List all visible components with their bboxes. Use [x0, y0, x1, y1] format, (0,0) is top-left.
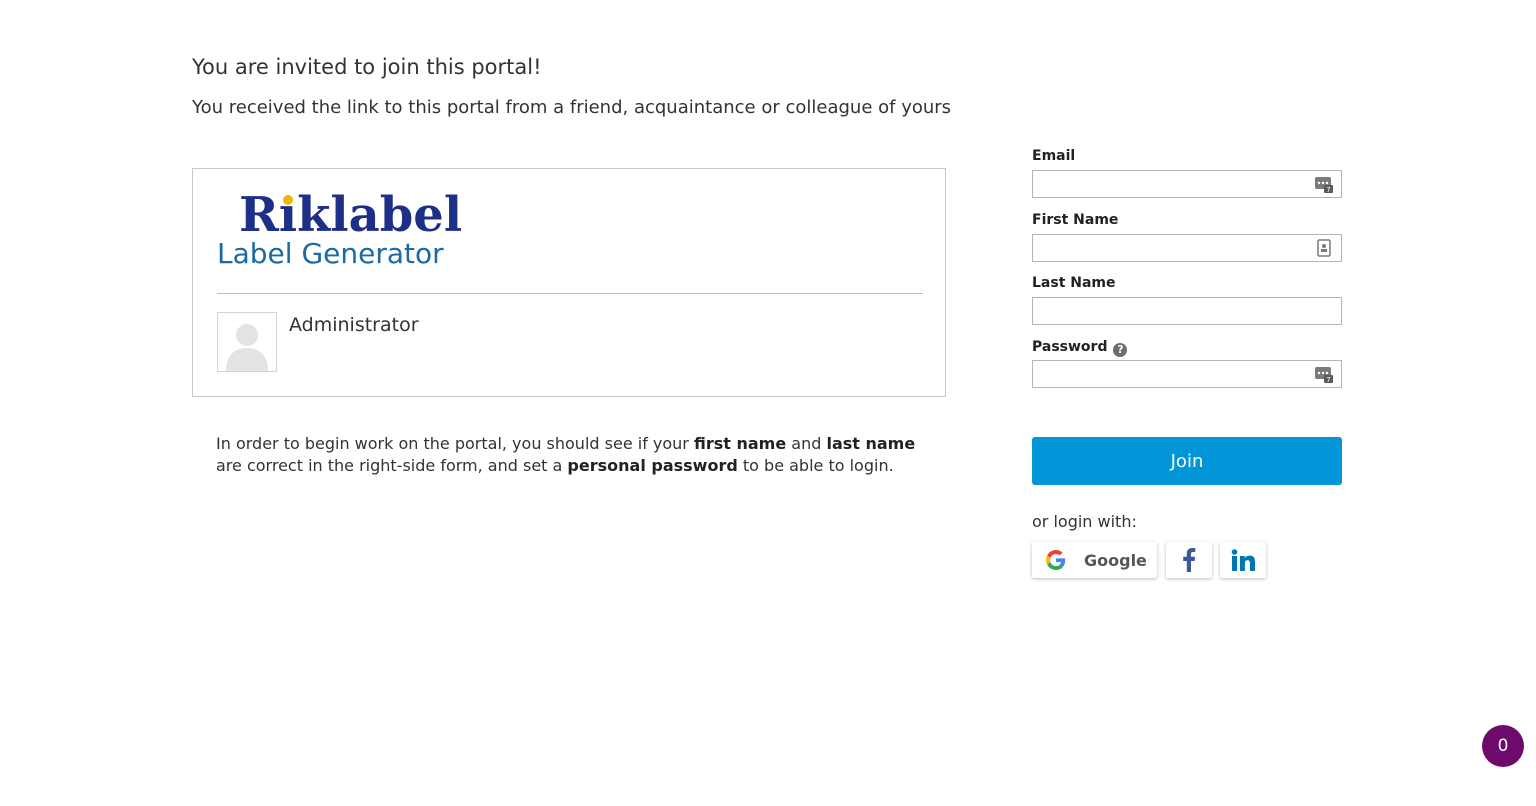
google-label: Google [1084, 550, 1147, 570]
user-silhouette-icon [218, 313, 276, 371]
portal-subtitle: Label Generator [217, 237, 444, 270]
google-icon [1046, 550, 1066, 570]
join-button[interactable]: Join [1032, 437, 1342, 485]
password-manager-icon[interactable]: 7 [1314, 364, 1334, 384]
instructions-part: are correct in the right-side form, and … [216, 456, 568, 475]
chat-counter-badge[interactable]: 0 [1482, 725, 1524, 767]
svg-text:7: 7 [1326, 376, 1330, 384]
password-manager-icon[interactable]: 7 [1314, 174, 1334, 194]
facebook-login-button[interactable] [1166, 542, 1212, 578]
linkedin-icon [1231, 549, 1255, 571]
svg-text:7: 7 [1326, 186, 1330, 194]
instructions-bold: last name [826, 434, 916, 453]
page-subtitle: You received the link to this portal fro… [192, 97, 952, 118]
password-label-text: Password [1032, 339, 1108, 355]
instructions-part: In order to begin work on the portal, yo… [216, 434, 694, 453]
password-field-wrap: 7 [1032, 360, 1342, 388]
instructions-part: to be able to login. [737, 456, 894, 475]
email-label: Email [1032, 148, 1076, 164]
first-name-label: First Name [1032, 212, 1119, 228]
page-title: You are invited to join this portal! [192, 55, 542, 79]
contact-card-icon[interactable] [1314, 238, 1334, 258]
email-field-wrap: 7 [1032, 170, 1342, 198]
linkedin-login-button[interactable] [1220, 542, 1266, 578]
avatar [217, 312, 277, 372]
last-name-field-wrap [1032, 297, 1342, 325]
facebook-icon [1183, 548, 1196, 572]
last-name-label: Last Name [1032, 275, 1116, 291]
portal-owner-name: Administrator [289, 314, 419, 336]
password-label: Password? [1032, 339, 1128, 357]
instructions-part: and [786, 434, 827, 453]
password-field[interactable] [1032, 360, 1342, 388]
portal-card: Rıklabel Label Generator Administrator [192, 168, 946, 397]
logo-text: Rıklabel [239, 187, 463, 243]
card-divider [217, 293, 923, 294]
instructions-bold: personal password [567, 456, 738, 475]
last-name-field[interactable] [1032, 297, 1342, 325]
instructions-text: In order to begin work on the portal, yo… [216, 433, 936, 477]
google-login-button[interactable]: Google [1032, 542, 1157, 578]
invite-page: You are invited to join this portal! You… [0, 0, 1536, 806]
question-circle-icon[interactable]: ? [1113, 343, 1128, 357]
first-name-field-wrap [1032, 234, 1342, 262]
first-name-field[interactable] [1032, 234, 1342, 262]
email-field[interactable] [1032, 170, 1342, 198]
instructions-bold: first name [693, 434, 787, 453]
portal-logo: Rıklabel [239, 189, 462, 241]
or-login-with-label: or login with: [1032, 512, 1137, 531]
